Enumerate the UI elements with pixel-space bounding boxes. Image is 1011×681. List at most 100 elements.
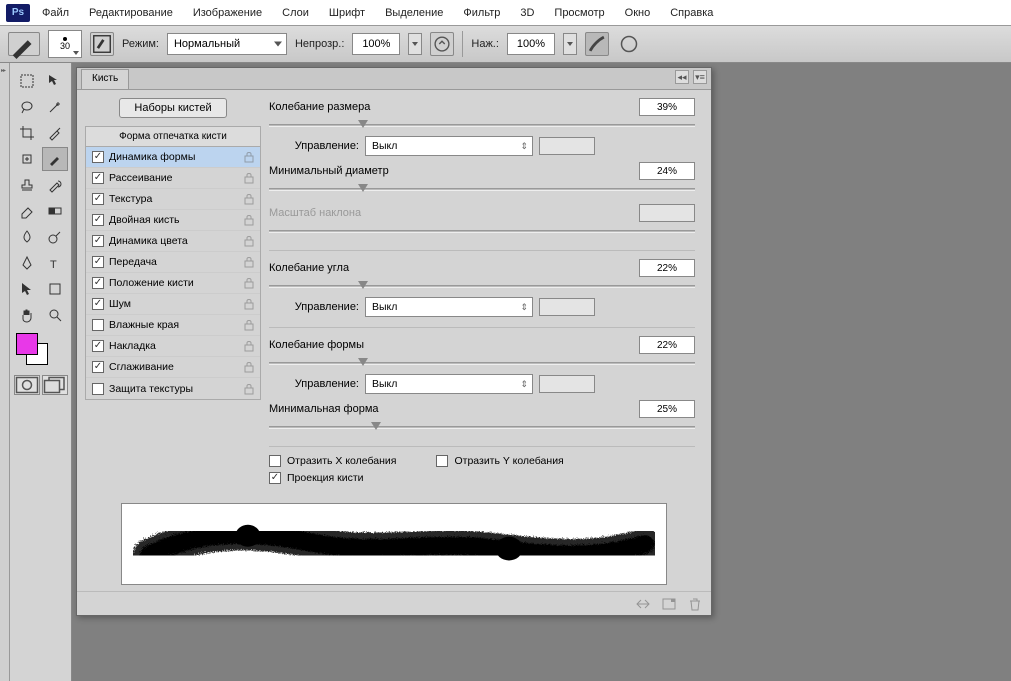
blur-tool[interactable] xyxy=(14,225,40,249)
lock-icon[interactable] xyxy=(244,383,254,395)
opacity-dropdown[interactable] xyxy=(408,33,422,55)
size-jitter-value[interactable]: 39% xyxy=(639,98,695,116)
eraser-tool[interactable] xyxy=(14,199,40,223)
flip-y-checkbox[interactable]: Отразить Y колебания xyxy=(436,455,563,467)
brush-option-row[interactable]: Шум xyxy=(86,294,260,315)
min-diameter-value[interactable]: 24% xyxy=(639,162,695,180)
menu-view[interactable]: Просмотр xyxy=(546,3,612,23)
control3-select[interactable]: Выкл xyxy=(365,374,533,394)
min-diameter-slider[interactable] xyxy=(269,184,695,198)
lock-icon[interactable] xyxy=(244,172,254,184)
pen-tool[interactable] xyxy=(14,251,40,275)
brush-tool[interactable] xyxy=(42,147,68,171)
option-checkbox[interactable] xyxy=(92,151,104,163)
lock-icon[interactable] xyxy=(244,193,254,205)
brush-option-row[interactable]: Влажные края xyxy=(86,315,260,336)
brush-option-row[interactable]: Рассеивание xyxy=(86,168,260,189)
path-select-tool[interactable] xyxy=(14,277,40,301)
option-checkbox[interactable] xyxy=(92,214,104,226)
menu-layers[interactable]: Слои xyxy=(274,3,317,23)
toolbox-collapse[interactable] xyxy=(0,63,10,681)
min-roundness-slider[interactable] xyxy=(269,422,695,436)
panel-menu-icon[interactable]: ▾≡ xyxy=(693,70,707,84)
move-tool[interactable] xyxy=(42,69,68,93)
brush-option-row[interactable]: Положение кисти xyxy=(86,273,260,294)
new-preset-icon[interactable] xyxy=(661,596,677,612)
lock-icon[interactable] xyxy=(244,256,254,268)
brush-presets-button[interactable]: Наборы кистей xyxy=(119,98,226,118)
pressure-opacity-icon[interactable] xyxy=(430,32,454,56)
hand-tool[interactable] xyxy=(14,303,40,327)
angle-jitter-value[interactable]: 22% xyxy=(639,259,695,277)
lock-icon[interactable] xyxy=(244,319,254,331)
panel-collapse-icon[interactable]: ◂◂ xyxy=(675,70,689,84)
brush-option-row[interactable]: Передача xyxy=(86,252,260,273)
toggle-preview-icon[interactable] xyxy=(635,596,651,612)
delete-preset-icon[interactable] xyxy=(687,596,703,612)
menu-type[interactable]: Шрифт xyxy=(321,3,373,23)
dodge-tool[interactable] xyxy=(42,225,68,249)
min-roundness-value[interactable]: 25% xyxy=(639,400,695,418)
option-checkbox[interactable] xyxy=(92,298,104,310)
brush-projection-checkbox[interactable]: Проекция кисти xyxy=(269,472,695,484)
type-tool[interactable]: T xyxy=(42,251,68,275)
brush-option-row[interactable]: Динамика цвета xyxy=(86,231,260,252)
menu-help[interactable]: Справка xyxy=(662,3,721,23)
roundness-jitter-slider[interactable] xyxy=(269,358,695,372)
menu-select[interactable]: Выделение xyxy=(377,3,451,23)
brush-option-row[interactable]: Динамика формы xyxy=(86,147,260,168)
flip-x-checkbox[interactable]: Отразить X колебания xyxy=(269,455,396,467)
zoom-tool[interactable] xyxy=(42,303,68,327)
option-checkbox[interactable] xyxy=(92,172,104,184)
crop-tool[interactable] xyxy=(14,121,40,145)
panel-tab-brush[interactable]: Кисть xyxy=(81,69,129,89)
size-jitter-slider[interactable] xyxy=(269,120,695,134)
option-checkbox[interactable] xyxy=(92,319,104,331)
option-checkbox[interactable] xyxy=(92,340,104,352)
menu-3d[interactable]: 3D xyxy=(512,3,542,23)
option-checkbox[interactable] xyxy=(92,277,104,289)
brush-option-row[interactable]: Накладка xyxy=(86,336,260,357)
gradient-tool[interactable] xyxy=(42,199,68,223)
marquee-tool[interactable] xyxy=(14,69,40,93)
magic-wand-tool[interactable] xyxy=(42,95,68,119)
option-checkbox[interactable] xyxy=(92,361,104,373)
lock-icon[interactable] xyxy=(244,298,254,310)
option-checkbox[interactable] xyxy=(92,256,104,268)
tool-preset-picker[interactable] xyxy=(8,32,40,56)
brush-tip-shape-header[interactable]: Форма отпечатка кисти xyxy=(85,126,261,147)
roundness-jitter-value[interactable]: 22% xyxy=(639,336,695,354)
option-checkbox[interactable] xyxy=(92,235,104,247)
option-checkbox[interactable] xyxy=(92,193,104,205)
lock-icon[interactable] xyxy=(244,340,254,352)
lock-icon[interactable] xyxy=(244,235,254,247)
brush-option-row[interactable]: Сглаживание xyxy=(86,357,260,378)
menu-filter[interactable]: Фильтр xyxy=(455,3,508,23)
brush-option-row[interactable]: Двойная кисть xyxy=(86,210,260,231)
lock-icon[interactable] xyxy=(244,277,254,289)
color-swatches[interactable] xyxy=(12,333,69,367)
menu-image[interactable]: Изображение xyxy=(185,3,270,23)
lasso-tool[interactable] xyxy=(14,95,40,119)
lock-icon[interactable] xyxy=(244,361,254,373)
control2-select[interactable]: Выкл xyxy=(365,297,533,317)
brush-option-row[interactable]: Защита текстуры xyxy=(86,378,260,399)
control1-select[interactable]: Выкл xyxy=(365,136,533,156)
menu-edit[interactable]: Редактирование xyxy=(81,3,181,23)
stamp-tool[interactable] xyxy=(14,173,40,197)
lock-icon[interactable] xyxy=(244,214,254,226)
brush-preset-picker[interactable]: 30 xyxy=(48,30,82,58)
shape-tool[interactable] xyxy=(42,277,68,301)
lock-icon[interactable] xyxy=(244,151,254,163)
menu-file[interactable]: Файл xyxy=(34,3,77,23)
option-checkbox[interactable] xyxy=(92,383,104,395)
flow-dropdown[interactable] xyxy=(563,33,577,55)
healing-tool[interactable] xyxy=(14,147,40,171)
flow-input[interactable]: 100% xyxy=(507,33,555,55)
pressure-size-icon[interactable] xyxy=(617,32,641,56)
opacity-input[interactable]: 100% xyxy=(352,33,400,55)
angle-jitter-slider[interactable] xyxy=(269,281,695,295)
brush-panel-toggle-icon[interactable] xyxy=(90,32,114,56)
history-brush-tool[interactable] xyxy=(42,173,68,197)
menu-window[interactable]: Окно xyxy=(617,3,659,23)
